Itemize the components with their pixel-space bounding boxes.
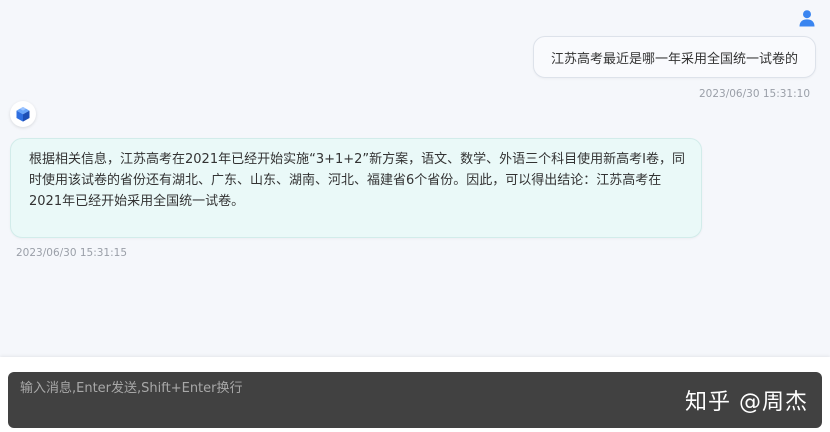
user-icon: [798, 9, 816, 27]
cube-logo-icon: [14, 105, 32, 123]
composer-bar: 知乎 @周杰: [0, 357, 830, 432]
chat-area: 江苏高考最近是哪一年采用全国统一试卷的 2023/06/30 15:31:10 …: [0, 0, 830, 357]
message-input[interactable]: [8, 372, 822, 428]
user-message-bubble: 江苏高考最近是哪一年采用全国统一试卷的: [532, 36, 816, 78]
bot-message-bubble: 根据相关信息，江苏高考在2021年已经开始实施“3+1+2”新方案，语文、数学、…: [10, 138, 702, 238]
bot-message-text: 根据相关信息，江苏高考在2021年已经开始实施“3+1+2”新方案，语文、数学、…: [29, 152, 685, 209]
bot-message-timestamp: 2023/06/30 15:31:15: [16, 247, 128, 259]
user-message-timestamp: 2023/06/30 15:31:10: [698, 88, 810, 100]
bot-avatar: [10, 101, 36, 127]
user-message-text: 江苏高考最近是哪一年采用全国统一试卷的: [550, 51, 798, 67]
